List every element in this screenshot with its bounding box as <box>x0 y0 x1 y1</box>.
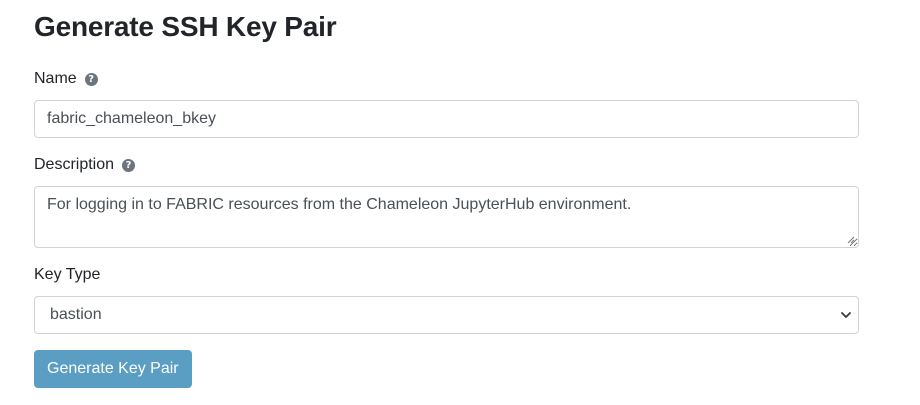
description-label: Description <box>34 156 115 173</box>
resize-grip-icon[interactable] <box>847 236 855 244</box>
name-label-row: Name ? <box>34 68 98 90</box>
description-textarea[interactable]: For logging in to FABRIC resources from … <box>34 186 859 248</box>
description-help-icon[interactable]: ? <box>122 158 136 172</box>
page-title: Generate SSH Key Pair <box>34 11 337 42</box>
chevron-down-icon <box>841 312 851 318</box>
name-input[interactable]: fabric_chameleon_bkey <box>34 100 859 138</box>
key-type-select[interactable]: bastion <box>34 296 859 334</box>
name-label: Name <box>34 70 77 87</box>
name-input-value: fabric_chameleon_bkey <box>47 110 216 127</box>
generate-key-pair-button[interactable]: Generate Key Pair <box>34 350 192 388</box>
key-type-selected-value: bastion <box>50 306 102 323</box>
name-help-icon[interactable]: ? <box>84 72 98 86</box>
key-type-label-row: Key Type <box>34 264 100 286</box>
generate-ssh-key-page: Generate SSH Key Pair Name ? fabric_cham… <box>0 0 920 405</box>
description-label-row: Description ? <box>34 154 136 176</box>
description-textarea-value: For logging in to FABRIC resources from … <box>47 196 632 213</box>
key-type-label: Key Type <box>34 266 101 283</box>
